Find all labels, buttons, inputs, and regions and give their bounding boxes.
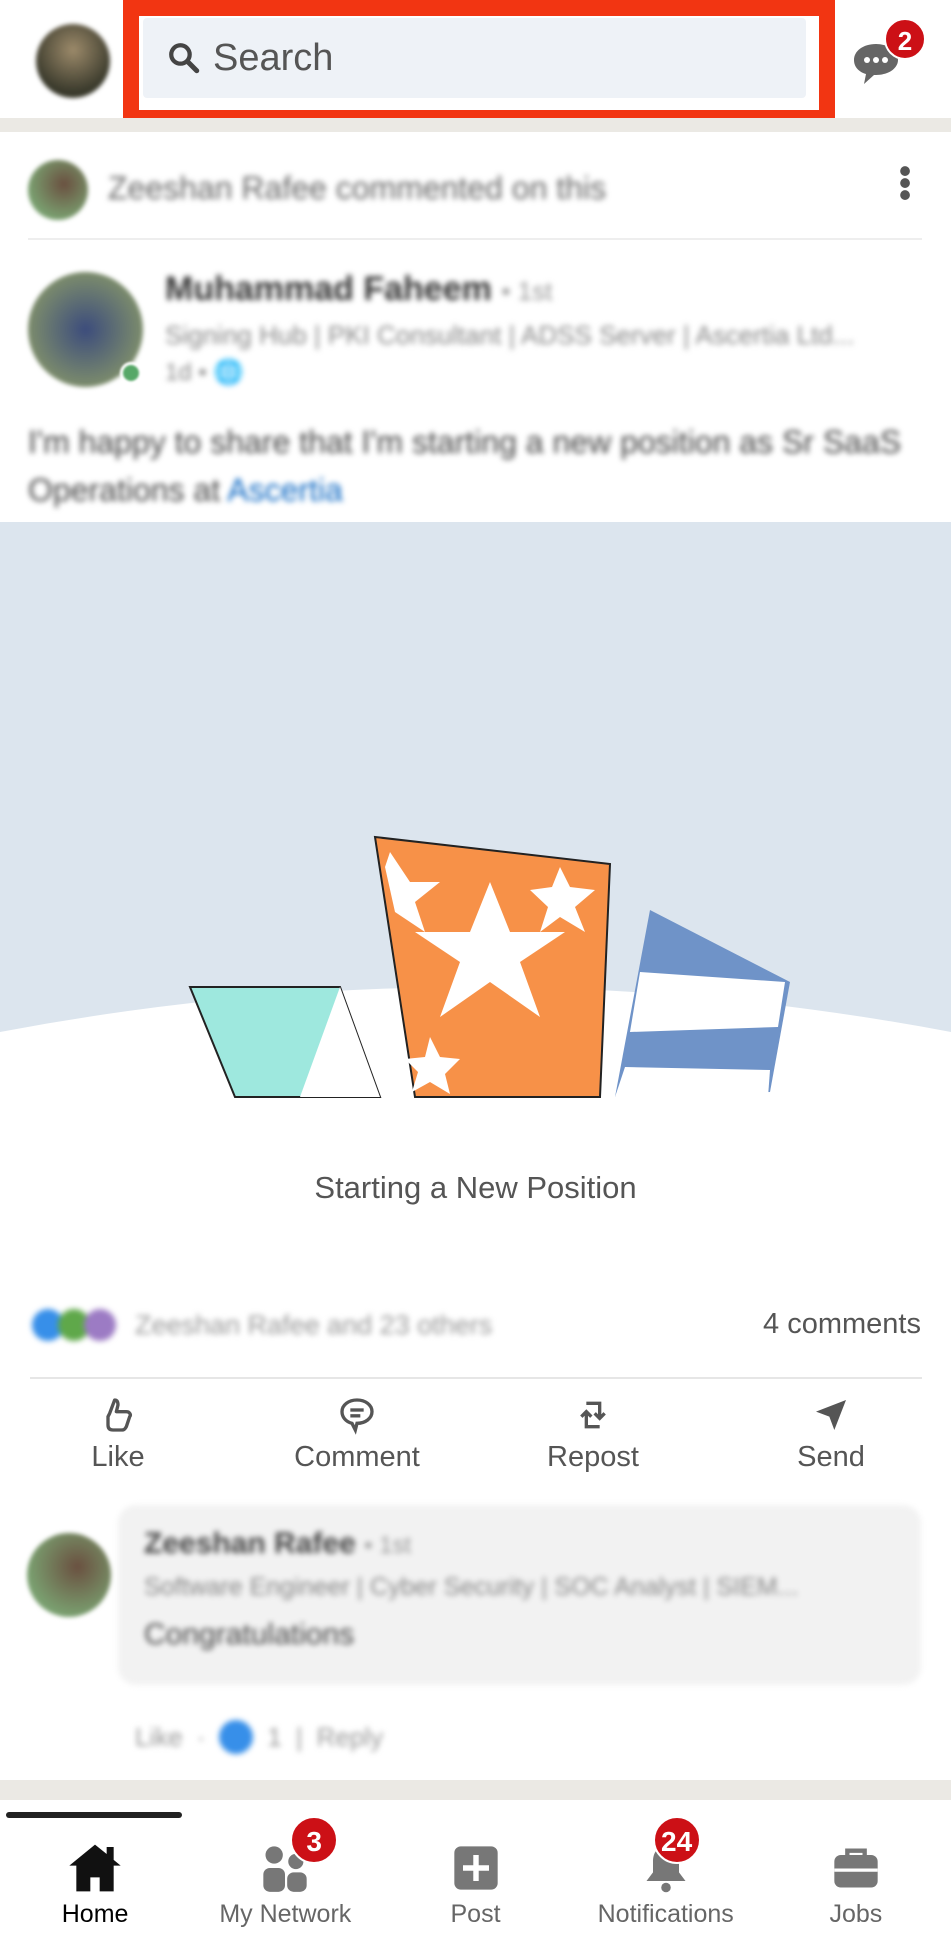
send-label: Send bbox=[797, 1441, 865, 1473]
post-body: I'm happy to share that I'm starting a n… bbox=[28, 424, 902, 508]
comments-count[interactable]: 4 comments bbox=[763, 1308, 921, 1341]
comment-author-avatar[interactable] bbox=[27, 1533, 111, 1617]
nav-post[interactable]: Post bbox=[380, 1820, 570, 1933]
divider bbox=[0, 118, 951, 132]
comment-reply-button[interactable]: Reply bbox=[317, 1722, 383, 1753]
divider bbox=[28, 238, 922, 240]
post-icon bbox=[453, 1846, 498, 1890]
send-button[interactable]: Send bbox=[741, 1395, 921, 1474]
online-status-icon bbox=[120, 362, 142, 384]
thumbs-up-icon bbox=[106, 1398, 132, 1432]
comment-label: Comment bbox=[294, 1441, 420, 1473]
notifications-badge: 24 bbox=[652, 1816, 701, 1864]
reaction-icons bbox=[32, 1309, 116, 1341]
nav-my-network[interactable]: 3 My Network bbox=[190, 1816, 380, 1933]
send-icon bbox=[816, 1400, 846, 1430]
post-time-text: 1d • bbox=[165, 359, 207, 386]
comment-headline: Software Engineer | Cyber Security | SOC… bbox=[144, 1573, 799, 1601]
comment-actions: Like · 1 | Reply bbox=[135, 1720, 383, 1754]
network-badge: 3 bbox=[290, 1816, 339, 1864]
divider bbox=[30, 1377, 922, 1379]
nav-label: Post bbox=[450, 1900, 501, 1928]
commenter-avatar[interactable] bbox=[28, 160, 88, 220]
globe-icon: 🌐 bbox=[213, 359, 244, 386]
repost-label: Repost bbox=[547, 1441, 639, 1473]
comment-text: Congratulations bbox=[144, 1618, 355, 1651]
separator: | bbox=[295, 1721, 303, 1752]
repost-icon bbox=[580, 1401, 606, 1429]
nav-label: Jobs bbox=[829, 1900, 883, 1928]
home-icon bbox=[69, 1844, 121, 1892]
nav-home[interactable]: Home bbox=[0, 1820, 190, 1933]
illustration-caption: Starting a New Position bbox=[314, 1170, 637, 1205]
active-tab-indicator bbox=[6, 1812, 182, 1818]
messages-badge: 2 bbox=[884, 18, 926, 60]
nav-label: My Network bbox=[219, 1900, 352, 1928]
comment-like-button[interactable]: Like bbox=[135, 1722, 183, 1753]
reactions-summary[interactable]: Zeeshan Rafee and 23 others bbox=[135, 1310, 492, 1341]
post-time: 1d • 🌐 bbox=[165, 358, 243, 387]
comment-icon bbox=[340, 1398, 374, 1435]
author-degree: • 1st bbox=[501, 276, 553, 306]
company-link[interactable]: Ascertia bbox=[227, 472, 343, 508]
new-position-illustration bbox=[0, 522, 951, 1098]
comment-author[interactable]: Zeeshan Rafee • 1st bbox=[144, 1527, 895, 1561]
search-placeholder: Search bbox=[213, 36, 334, 79]
activity-context: Zeeshan Rafee commented on this bbox=[108, 170, 607, 206]
search-input[interactable]: Search bbox=[143, 18, 806, 98]
briefcase-icon bbox=[834, 1848, 878, 1888]
like-label: Like bbox=[91, 1441, 145, 1473]
more-options-icon[interactable]: • • • bbox=[895, 153, 915, 213]
comment-button[interactable]: Comment bbox=[267, 1395, 447, 1474]
bottom-nav: Home 3 My Network Post 24 Notifications … bbox=[0, 1816, 951, 1933]
profile-avatar[interactable] bbox=[36, 24, 110, 98]
comment-like-count: 1 bbox=[267, 1721, 282, 1752]
divider bbox=[0, 1780, 951, 1800]
author-headline: Signing Hub | PKI Consultant | ADSS Serv… bbox=[165, 320, 855, 350]
repost-button[interactable]: Repost bbox=[503, 1395, 683, 1474]
comment-degree: • 1st bbox=[364, 1532, 412, 1559]
author-name-text: Muhammad Faheem bbox=[165, 270, 492, 308]
like-reaction-icon bbox=[219, 1720, 254, 1754]
nav-label: Notifications bbox=[597, 1900, 734, 1928]
separator: · bbox=[196, 1721, 206, 1752]
comment-bubble: Zeeshan Rafee • 1st Software Engineer | … bbox=[118, 1505, 921, 1685]
like-button[interactable]: Like bbox=[28, 1395, 208, 1474]
nav-label: Home bbox=[61, 1900, 129, 1928]
author-name[interactable]: Muhammad Faheem • 1st bbox=[165, 270, 552, 309]
nav-jobs[interactable]: Jobs bbox=[761, 1820, 951, 1933]
search-icon bbox=[169, 43, 200, 74]
nav-notifications[interactable]: 24 Notifications bbox=[571, 1816, 761, 1933]
post-text: I'm happy to share that I'm starting a n… bbox=[28, 418, 918, 514]
comment-author-name: Zeeshan Rafee bbox=[144, 1527, 356, 1560]
